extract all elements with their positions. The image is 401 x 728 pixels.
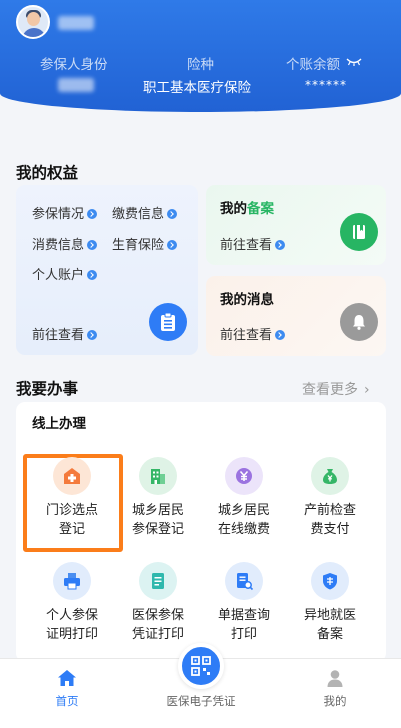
rights-go-view-link[interactable]: 前往查看 bbox=[32, 324, 98, 343]
shield-icon bbox=[311, 562, 349, 600]
arrow-right-icon bbox=[275, 330, 286, 340]
view-more-link[interactable]: 查看更多 › bbox=[302, 379, 370, 399]
tab-ecert-label[interactable]: 医保电子凭证 bbox=[151, 693, 251, 709]
clinic-icon bbox=[53, 457, 91, 495]
qr-code-icon bbox=[191, 656, 211, 676]
tab-home-label: 首页 bbox=[55, 694, 79, 708]
arrow-right-icon bbox=[167, 209, 178, 219]
link-personal-account[interactable]: 个人账户 bbox=[32, 264, 98, 283]
account-balance-value: ****** bbox=[305, 78, 347, 92]
arrow-right-icon bbox=[167, 240, 178, 250]
account-balance-label: 个账余额 bbox=[286, 57, 340, 73]
insured-identity-redacted bbox=[58, 78, 94, 92]
arrow-right-icon bbox=[275, 240, 286, 250]
home-icon bbox=[58, 670, 76, 686]
insurance-type-label: 险种 bbox=[187, 57, 214, 73]
filing-card-title: 我的备案 bbox=[220, 201, 274, 217]
ecert-button[interactable] bbox=[178, 643, 224, 689]
book-icon bbox=[340, 213, 378, 251]
insurance-type-value: 职工基本医疗保险 bbox=[143, 80, 251, 96]
avatar[interactable] bbox=[16, 5, 50, 39]
service-offsite-medical-filing[interactable]: 异地就医 备案 bbox=[285, 562, 375, 644]
arrow-right-icon bbox=[87, 270, 98, 280]
arrow-right-icon bbox=[87, 240, 98, 250]
link-insurance-status[interactable]: 参保情况 bbox=[32, 203, 98, 222]
eye-closed-icon[interactable] bbox=[346, 58, 362, 66]
arrow-right-icon bbox=[87, 209, 98, 219]
service-resident-enrollment[interactable]: 城乡居民 参保登记 bbox=[113, 457, 203, 539]
services-section-title: 我要办事 bbox=[16, 380, 79, 398]
arrow-right-icon bbox=[87, 330, 98, 340]
link-payment-info[interactable]: 缴费信息 bbox=[112, 203, 178, 222]
rights-section-title: 我的权益 bbox=[16, 164, 79, 182]
yuan-coin-icon bbox=[225, 457, 263, 495]
messages-go-view-link[interactable]: 前往查看 bbox=[220, 324, 286, 343]
online-services-title: 线上办理 bbox=[32, 416, 86, 432]
voucher-icon bbox=[139, 562, 177, 600]
tab-mine-label: 我的 bbox=[323, 694, 347, 708]
user-icon bbox=[327, 670, 343, 687]
printer-icon bbox=[53, 562, 91, 600]
service-receipt-query-print[interactable]: 单据查询 打印 bbox=[199, 562, 289, 644]
messages-card-title: 我的消息 bbox=[220, 292, 274, 308]
chevron-right-icon: › bbox=[364, 382, 370, 398]
service-prenatal-exam-payment[interactable]: 产前检查 费支付 bbox=[285, 457, 375, 539]
service-outpatient-registration[interactable]: 门诊选点 登记 bbox=[27, 457, 117, 539]
user-name-redacted bbox=[58, 16, 94, 30]
filing-go-view-link[interactable]: 前往查看 bbox=[220, 234, 286, 253]
service-insurance-certificate-print[interactable]: 个人参保 证明打印 bbox=[27, 562, 117, 644]
link-maternity-insurance[interactable]: 生育保险 bbox=[112, 234, 178, 253]
document-search-icon bbox=[225, 562, 263, 600]
clipboard-icon[interactable] bbox=[149, 303, 187, 341]
building-icon bbox=[139, 457, 177, 495]
service-resident-payment[interactable]: 城乡居民 在线缴费 bbox=[199, 457, 289, 539]
bell-icon bbox=[340, 303, 378, 341]
insured-identity-label: 参保人身份 bbox=[40, 57, 108, 73]
service-insurance-voucher-print[interactable]: 医保参保 凭证打印 bbox=[113, 562, 203, 644]
link-consumption-info[interactable]: 消费信息 bbox=[32, 234, 98, 253]
money-bag-icon bbox=[311, 457, 349, 495]
